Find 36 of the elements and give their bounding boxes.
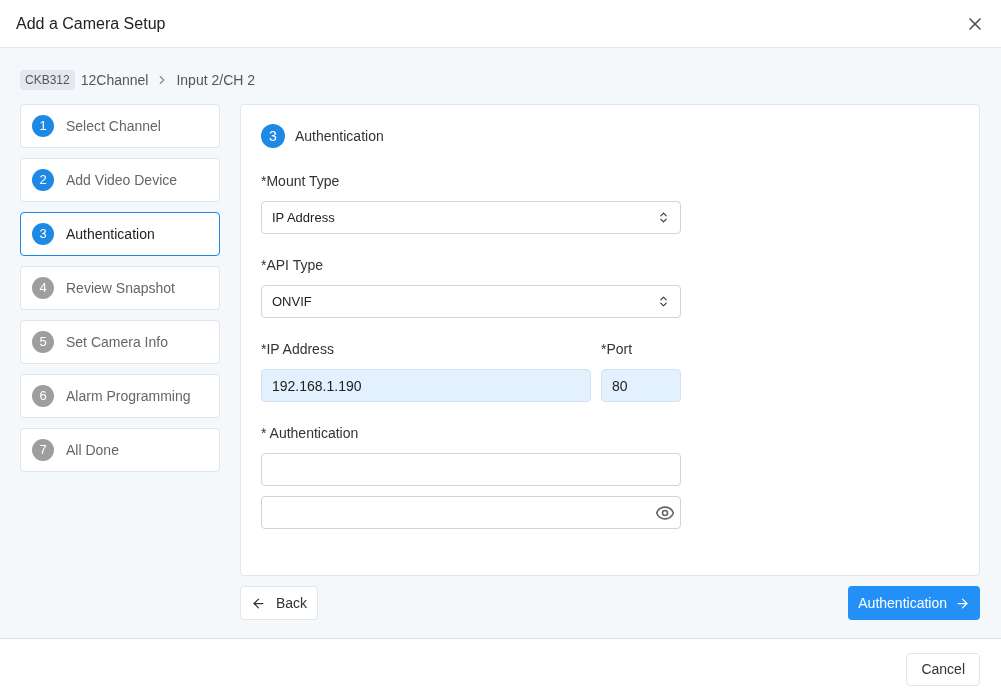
step-item[interactable]: 3 Authentication	[20, 212, 220, 256]
step-item[interactable]: 2 Add Video Device	[20, 158, 220, 202]
field-label: *API Type	[261, 256, 324, 275]
field-label: *Mount Type	[261, 172, 341, 191]
step-item[interactable]: 5 Set Camera Info	[20, 320, 220, 364]
dialog-title: Add a Camera Setup	[16, 13, 166, 34]
field-label: *IP Address	[261, 340, 335, 359]
section-title: Authentication	[295, 126, 384, 146]
arrow-right-icon	[955, 595, 970, 611]
step-item[interactable]: 4 Review Snapshot	[20, 266, 220, 310]
step-item[interactable]: 7 All Done	[20, 428, 220, 472]
step-number: 1	[32, 115, 54, 137]
device-badge: CKB312	[20, 70, 75, 90]
back-button[interactable]: Back	[240, 586, 319, 620]
step-item[interactable]: 6 Alarm Programming	[20, 374, 220, 418]
sort-arrows-icon	[657, 295, 670, 308]
select-field[interactable]: IP Address	[261, 201, 681, 234]
step-number: 4	[32, 277, 54, 299]
breadcrumb-item[interactable]: 12Channel	[80, 69, 149, 91]
cancel-button[interactable]: Cancel	[906, 652, 980, 686]
host-field[interactable]: 192.168.1.190	[261, 369, 591, 402]
port-field[interactable]: 80	[601, 369, 681, 402]
step-number: 7	[32, 439, 54, 461]
username-field[interactable]	[261, 453, 681, 486]
step-number: 6	[32, 385, 54, 407]
field-label: *Port	[601, 340, 634, 359]
step-number: 3	[261, 124, 285, 148]
password-field[interactable]	[261, 496, 681, 529]
field-label: * Authentication	[261, 424, 360, 443]
breadcrumb-item[interactable]: Input 2/CH 2	[176, 69, 256, 91]
step-item[interactable]: 1 Select Channel	[20, 104, 220, 148]
step-number: 2	[32, 169, 54, 191]
step-number: 3	[32, 223, 54, 245]
step-number: 5	[32, 331, 54, 353]
select-field[interactable]: ONVIF	[261, 285, 681, 318]
sort-arrows-icon	[657, 211, 670, 224]
